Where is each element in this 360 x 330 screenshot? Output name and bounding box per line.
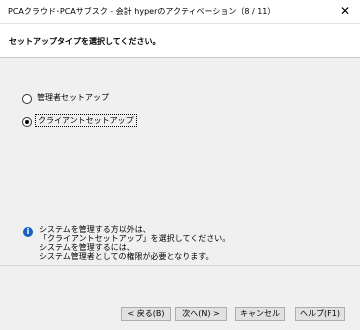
next-button[interactable]: 次へ(N) >: [175, 307, 227, 321]
info-message: システムを管理する方以外は、 「クライアントセットアップ」を選択してください。 …: [39, 225, 339, 261]
close-icon[interactable]: ✕: [336, 3, 354, 20]
info-line: システム管理者としての権限が必要となります。: [39, 252, 214, 261]
radio-label-admin[interactable]: 管理者セットアップ: [35, 92, 111, 103]
info-line: システムを管理するには、: [39, 243, 135, 252]
cancel-button[interactable]: キャンセル: [235, 307, 285, 321]
divider: [0, 265, 360, 266]
info-line: システムを管理する方以外は、: [39, 225, 151, 234]
info-icon: i: [23, 227, 33, 237]
help-button[interactable]: ヘルプ(F1): [295, 307, 345, 321]
back-button[interactable]: < 戻る(B): [121, 307, 171, 321]
radio-label-client[interactable]: クライアントセットアップ: [35, 114, 137, 127]
page-header: セットアップタイプを選択してください。: [0, 24, 360, 58]
radio-button-admin[interactable]: [22, 94, 32, 104]
info-line: 「クライアントセットアップ」を選択してください。: [39, 234, 231, 243]
title-bar: PCAクラウド･PCAサブスク - 会計 hyperのアクティベーション（8 /…: [0, 0, 360, 24]
window-title: PCAクラウド･PCAサブスク - 会計 hyperのアクティベーション（8 /…: [8, 7, 276, 16]
radio-button-client[interactable]: [22, 117, 32, 127]
page-title: セットアップタイプを選択してください。: [9, 37, 161, 46]
